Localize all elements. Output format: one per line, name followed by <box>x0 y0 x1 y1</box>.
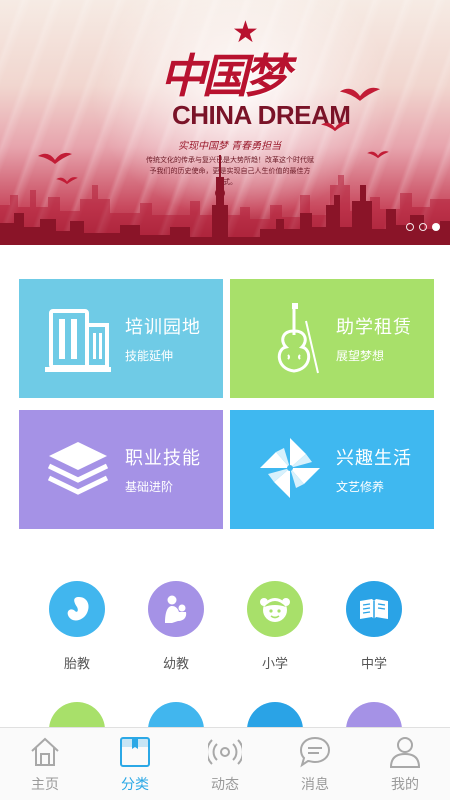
layers-icon <box>47 442 109 495</box>
nav-messages[interactable]: 消息 <box>270 728 360 800</box>
user-icon <box>389 737 421 768</box>
carousel-dot[interactable] <box>419 223 427 231</box>
tile-rental[interactable]: 助学租赁 展望梦想 <box>230 279 434 398</box>
nav-label: 主页 <box>31 776 59 792</box>
nav-label: 分类 <box>121 776 149 792</box>
tile-subtitle: 技能延伸 <box>125 349 174 363</box>
category-label: 小学 <box>261 656 288 671</box>
tile-subtitle: 展望梦想 <box>336 349 385 363</box>
tile-title: 职业技能 <box>125 448 201 468</box>
nav-profile[interactable]: 我的 <box>360 728 450 800</box>
nav-home[interactable]: 主页 <box>0 728 90 800</box>
building-icon <box>45 309 111 372</box>
banner-carousel[interactable]: ★ 中国梦 CHINA DREAM 实现中国梦 青春勇担当 传统文化的传承与复兴… <box>0 0 450 245</box>
nav-feed[interactable]: 动态 <box>180 728 270 800</box>
tile-title: 培训园地 <box>125 317 201 337</box>
bottom-nav: 主页 分类 动态 消息 我的 <box>0 727 450 800</box>
nav-label: 动态 <box>211 776 239 792</box>
category-prenatal[interactable]: 胎教 <box>32 581 122 691</box>
carousel-dot[interactable] <box>406 223 414 231</box>
fetus-icon <box>67 597 89 621</box>
violin-icon <box>277 303 319 374</box>
banner-cn-title: 中国梦 <box>160 49 290 103</box>
category-circle <box>346 581 402 637</box>
category-icon <box>120 737 150 767</box>
carousel-indicator <box>406 223 440 231</box>
category-primary[interactable]: 小学 <box>230 581 320 691</box>
bird-icon <box>321 121 349 132</box>
category-circle <box>49 581 105 637</box>
girl-face-icon <box>260 598 290 622</box>
tile-hobby[interactable]: 兴趣生活 文艺修养 <box>230 410 434 529</box>
broadcast-icon <box>208 739 242 765</box>
category-label: 幼教 <box>162 656 189 671</box>
city-skyline <box>0 155 450 245</box>
mother-child-icon <box>165 595 187 623</box>
category-circle <box>148 581 204 637</box>
tile-subtitle: 文艺修养 <box>336 480 385 494</box>
message-icon <box>299 736 331 768</box>
category-label: 中学 <box>360 656 387 671</box>
home-icon <box>31 737 59 766</box>
bird-icon <box>339 87 381 101</box>
open-book-icon <box>360 599 388 619</box>
category-preschool[interactable]: 幼教 <box>131 581 221 691</box>
category-label: 胎教 <box>63 656 90 671</box>
tile-subtitle: 基础进阶 <box>125 480 174 494</box>
category-circle <box>247 581 303 637</box>
tile-vocational[interactable]: 职业技能 基础进阶 <box>19 410 223 529</box>
tile-title: 兴趣生活 <box>336 448 412 468</box>
carousel-dot-active[interactable] <box>432 223 440 231</box>
nav-label: 我的 <box>391 776 419 792</box>
pinwheel-icon <box>260 438 320 498</box>
nav-label: 消息 <box>301 776 329 792</box>
category-middle[interactable]: 中学 <box>329 581 419 691</box>
nav-category[interactable]: 分类 <box>90 728 180 800</box>
tile-training[interactable]: 培训园地 技能延伸 <box>19 279 223 398</box>
tile-title: 助学租赁 <box>336 317 412 337</box>
